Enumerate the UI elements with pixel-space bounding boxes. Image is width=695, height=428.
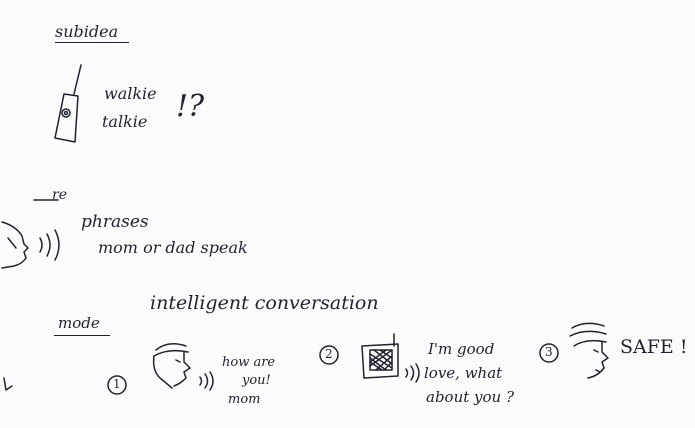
speaking-face-icon [152, 343, 191, 389]
step2-line1: I'm good [428, 340, 495, 358]
step2-number: 2 [325, 347, 333, 361]
sound-waves-icon [39, 229, 60, 261]
step3-number: 3 [545, 345, 553, 359]
phrases-line2: mom or dad speak [98, 238, 248, 257]
walkie-mark: !? [176, 89, 205, 124]
mode-underline [54, 335, 110, 336]
sound-waves-icon [199, 371, 214, 391]
step3-line1: SAFE ! [620, 336, 688, 358]
step1-line1: how are [222, 355, 276, 370]
phrases-line1: phrases [81, 212, 149, 232]
re-text: re [52, 187, 67, 203]
radio-device-icon [361, 333, 399, 379]
walkie-line2: talkie [102, 112, 148, 131]
step2-line2: love, what [424, 364, 503, 382]
step1-line2: you! [242, 373, 271, 388]
step1-number: 1 [113, 377, 121, 391]
mode-heading: intelligent conversation [150, 292, 379, 314]
walkie-line1: walkie [104, 84, 157, 103]
title-text: subidea [55, 22, 119, 41]
mode-label: mode [58, 314, 100, 332]
walkie-talkie-icon [54, 64, 82, 143]
whiteboard-page: subidea walkie talkie !? re phrases mom … [0, 0, 695, 428]
sound-waves-icon [405, 363, 420, 383]
speaking-face-icon [569, 322, 609, 379]
title-underline [55, 42, 129, 43]
step2-line3: about you ? [426, 388, 515, 406]
step1-line3: mom [228, 392, 261, 407]
edge-stroke [3, 377, 13, 391]
